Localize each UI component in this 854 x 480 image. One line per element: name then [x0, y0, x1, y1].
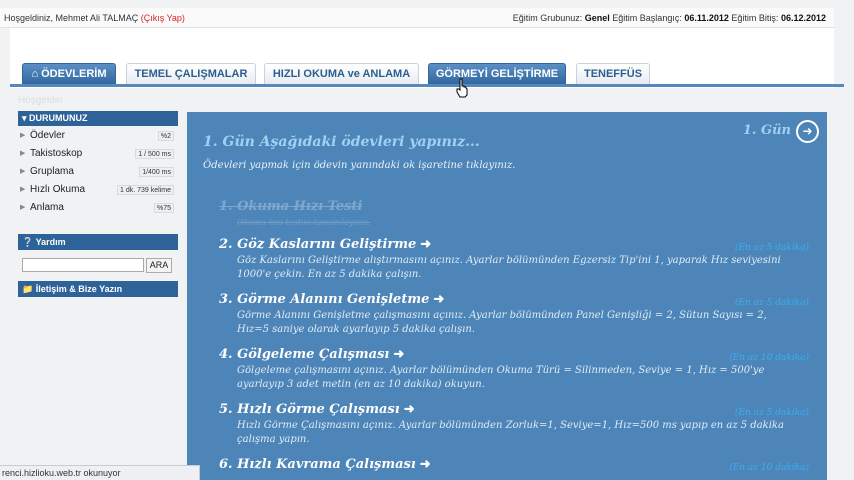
- status-box-header: ▾ DURUMUNUZ: [18, 111, 178, 126]
- tab-underline: [10, 84, 844, 87]
- arrow-right-icon[interactable]: ➜: [433, 292, 444, 307]
- help-box-header: ❔ Yardım: [18, 234, 178, 250]
- tab-gormeyi-gelistirme[interactable]: GÖRMEYİ GELİŞTİRME: [428, 63, 566, 85]
- status-item-odevler[interactable]: ▶ Ödevler %2: [18, 127, 178, 145]
- status-item-anlama[interactable]: ▶ Anlama %75: [18, 199, 178, 217]
- status-item-label: Hızlı Okuma: [30, 184, 86, 195]
- task-item: 1. Okuma Hızı Testi Okuma hızı testini t…: [219, 198, 809, 230]
- contact-box-header[interactable]: 📁 İletişim & Bize Yazın: [18, 281, 178, 297]
- task-title[interactable]: 4. Gölgeleme Çalışması ➜: [219, 346, 809, 364]
- task-duration: (En az 5 dakika): [734, 243, 809, 253]
- search-button[interactable]: ARA: [146, 258, 172, 273]
- task-desc: Okuma hızı testini tamamlayınız.: [237, 218, 371, 227]
- day-label: 1. Gün: [742, 123, 791, 138]
- end-label: Eğitim Bitiş:: [731, 13, 779, 23]
- chevron-down-icon: ▾: [22, 113, 27, 123]
- task-title[interactable]: 1. Okuma Hızı Testi: [219, 198, 809, 216]
- status-item-label: Anlama: [30, 202, 64, 213]
- status-item-value: 1/400 ms: [139, 167, 174, 177]
- hand-cursor-icon: [456, 78, 468, 98]
- arrow-right-icon: ▶: [20, 150, 26, 157]
- tab-teneffus[interactable]: TENEFFÜS: [576, 63, 650, 85]
- tab-label: GÖRMEYİ GELİŞTİRME: [435, 68, 559, 80]
- task-item: 3. Görme Alanını Genişletme ➜ (En az 5 da…: [219, 291, 809, 337]
- start-label: Eğitim Başlangıç:: [612, 13, 682, 23]
- task-duration: (En az 5 dakika): [734, 408, 809, 418]
- status-item-label: Takistoskop: [30, 148, 83, 159]
- tab-hizli-okuma[interactable]: HIZLI OKUMA ve ANLAMA: [264, 63, 419, 85]
- folder-icon: 📁: [22, 284, 34, 294]
- welcome-text: Hoşgeldiniz, Mehmet Ali TALMAÇ (Çıkış Ya…: [4, 13, 185, 23]
- assignments-panel: 1. Gün Aşağıdaki ödevleri yapınız... 1. …: [187, 112, 827, 480]
- task-duration: (En az 10 dakika): [729, 463, 809, 473]
- end-value: 06.12.2012: [780, 13, 826, 23]
- contact-box-title: İletişim & Bize Yazın: [35, 284, 123, 294]
- status-item-value: %75: [153, 203, 174, 213]
- task-title[interactable]: 6. Hızlı Kavrama Çalışması ➜: [219, 456, 809, 474]
- task-duration: (En az 5 dakika): [734, 298, 809, 308]
- task-item: 5. Hızlı Görme Çalışması ➜ (En az 5 dakik…: [219, 401, 809, 447]
- tab-label: TENEFFÜS: [583, 68, 643, 80]
- arrow-right-icon: ▶: [20, 168, 26, 175]
- help-icon: ❔: [22, 237, 34, 247]
- status-item-label: Ödevler: [30, 130, 66, 141]
- arrow-right-icon[interactable]: ➜: [393, 347, 404, 362]
- status-item-value: 1 dk. 739 kelime: [117, 185, 174, 195]
- next-day-button[interactable]: ➜: [796, 120, 819, 143]
- arrow-right-icon: ▶: [20, 204, 26, 211]
- task-desc: Hızlı Görme Çalışmasını açınız. Ayarlar …: [237, 420, 784, 445]
- start-value: 06.11.2012: [684, 13, 729, 23]
- logout-link[interactable]: (Çıkış Yap): [141, 13, 185, 23]
- task-title[interactable]: 3. Görme Alanını Genişletme ➜: [219, 291, 809, 309]
- status-box-title: DURUMUNUZ: [29, 113, 88, 123]
- arrow-right-icon: ▶: [20, 132, 26, 139]
- arrow-right-icon: ➜: [802, 124, 813, 138]
- tab-temel-calismalar[interactable]: TEMEL ÇALIŞMALAR: [126, 63, 256, 85]
- browser-status-bar: renci.hizlioku.web.tr okunuyor: [0, 465, 200, 480]
- task-title[interactable]: 5. Hızlı Görme Çalışması ➜: [219, 401, 809, 419]
- tab-label: TEMEL ÇALIŞMALAR: [134, 68, 248, 80]
- arrow-right-icon[interactable]: ➜: [420, 457, 431, 472]
- task-duration: (En az 10 dakika): [729, 353, 809, 363]
- group-value: Genel: [584, 13, 610, 23]
- course-info: Eğitim Grubunuz: Genel Eğitim Başlangıç:…: [513, 13, 826, 23]
- search-input[interactable]: [22, 258, 144, 272]
- breadcrumb: Hoşgeldin: [18, 95, 63, 106]
- task-desc: Görme Alanını Genişletme çalışmasını açı…: [237, 310, 767, 335]
- tab-label: HIZLI OKUMA ve ANLAMA: [272, 68, 411, 80]
- task-desc: Göz Kaslarını Geliştirme alıştırmasını a…: [237, 255, 781, 280]
- status-item-hizli-okuma[interactable]: ▶ Hızlı Okuma 1 dk. 739 kelime: [18, 181, 178, 199]
- arrow-right-icon: ▶: [20, 186, 26, 193]
- group-label: Eğitim Grubunuz:: [512, 13, 583, 23]
- task-item: 6. Hızlı Kavrama Çalışması ➜ (En az 10 da…: [219, 456, 809, 474]
- task-item: 4. Gölgeleme Çalışması ➜ (En az 10 dakika…: [219, 346, 809, 392]
- arrow-right-icon[interactable]: ➜: [420, 237, 431, 252]
- top-bar: Hoşgeldiniz, Mehmet Ali TALMAÇ (Çıkış Ya…: [0, 8, 834, 28]
- task-desc: Gölgeleme çalışmasını açınız. Ayarlar bö…: [237, 365, 765, 390]
- task-title[interactable]: 2. Göz Kaslarını Geliştirme ➜: [219, 236, 809, 254]
- status-item-takistoskop[interactable]: ▶ Takistoskop 1 / 500 ms: [18, 145, 178, 163]
- help-box-title: Yardım: [35, 237, 66, 247]
- tab-label: ÖDEVLERİM: [41, 68, 107, 80]
- tab-odevlerim[interactable]: ⌂ ÖDEVLERİM: [22, 63, 116, 85]
- content-intro: Ödevleri yapmak için ödevin yanındaki ok…: [203, 160, 516, 171]
- arrow-right-icon[interactable]: ➜: [404, 402, 415, 417]
- content-title: 1. Gün Aşağıdaki ödevleri yapınız...: [203, 134, 480, 150]
- status-item-label: Gruplama: [30, 166, 74, 177]
- status-item-value: %2: [157, 131, 174, 141]
- welcome-user: Hoşgeldiniz, Mehmet Ali TALMAÇ: [4, 13, 139, 23]
- task-item: 2. Göz Kaslarını Geliştirme ➜ (En az 5 da…: [219, 236, 809, 282]
- status-item-value: 1 / 500 ms: [135, 149, 174, 159]
- status-item-gruplama[interactable]: ▶ Gruplama 1/400 ms: [18, 163, 178, 181]
- status-list: ▶ Ödevler %2 ▶ Takistoskop 1 / 500 ms ▶ …: [18, 127, 178, 217]
- home-icon: ⌂: [31, 68, 39, 80]
